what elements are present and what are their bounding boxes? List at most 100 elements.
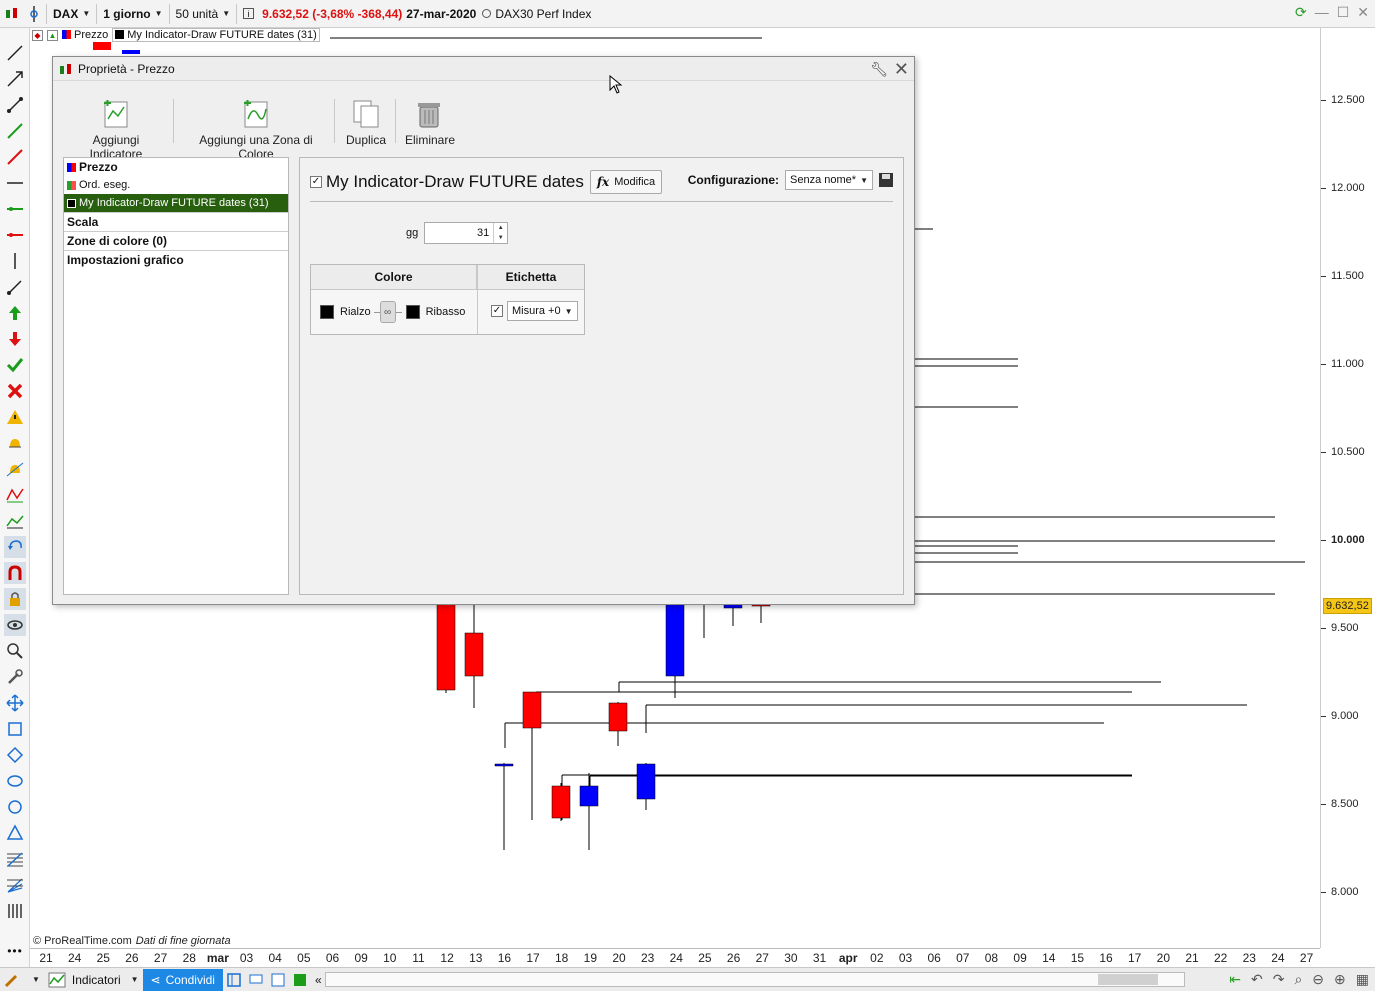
fibonacci-tool-icon[interactable] <box>4 848 26 870</box>
x-tick: 15 <box>1070 951 1085 965</box>
save-icon[interactable] <box>879 173 893 187</box>
diamond-tool-icon[interactable] <box>4 744 26 766</box>
edit-code-button[interactable]: fx Modifica <box>589 170 663 194</box>
x-tick: apr <box>838 951 858 965</box>
more-tools-icon[interactable]: ••• <box>4 940 26 962</box>
pattern-tool-icon[interactable] <box>4 484 26 506</box>
duplicate-icon <box>351 99 381 129</box>
instrument-select[interactable]: DAX ▼ <box>49 3 94 25</box>
ellipse-tool-icon[interactable] <box>4 770 26 792</box>
maximize-icon[interactable]: ☐ <box>1337 4 1350 21</box>
link-colors-icon[interactable]: ∞ <box>379 301 396 323</box>
triangle-tool-icon[interactable] <box>4 822 26 844</box>
timeframe-select[interactable]: 1 giorno ▼ <box>99 3 166 25</box>
price-axis[interactable]: 12.500 12.000 11.500 11.000 10.500 10.00… <box>1320 28 1375 948</box>
cross-icon[interactable] <box>4 380 26 402</box>
units-select[interactable]: 50 unità ▼ <box>172 3 235 25</box>
up-arrow-icon[interactable] <box>4 302 26 324</box>
configuration-select[interactable]: Senza nome* ▼ <box>785 170 873 190</box>
lock-icon[interactable] <box>4 588 26 610</box>
undo-icon[interactable]: ↶ <box>1251 971 1263 988</box>
fan-tool-icon[interactable] <box>4 874 26 896</box>
add-indicator-button[interactable]: Aggiungi Indicatore <box>69 99 163 161</box>
eye-icon[interactable] <box>4 614 26 636</box>
scrollbar-thumb[interactable] <box>1098 974 1158 985</box>
segment-tool-icon[interactable] <box>4 94 26 116</box>
settings-bar-icon[interactable]: ▦ <box>1356 971 1369 988</box>
move-icon[interactable] <box>4 692 26 714</box>
magnet-icon[interactable] <box>4 562 26 584</box>
x-tick: 24 <box>669 951 683 965</box>
horizontal-line-tool-icon[interactable] <box>4 172 26 194</box>
tree-item-orders[interactable]: Ord. eseg. <box>64 176 288 194</box>
wrench-icon[interactable]: 🔧︎ <box>870 61 888 78</box>
check-icon[interactable] <box>4 354 26 376</box>
duplicate-button[interactable]: Duplica <box>343 99 389 147</box>
zoom-fit-icon[interactable]: ⌕ <box>1294 971 1302 988</box>
dialog-titlebar[interactable]: Proprietà - Prezzo 🔧︎ ✕ <box>53 57 914 81</box>
collapse-icon[interactable]: ◆ <box>32 29 43 41</box>
cycles-tool-icon[interactable] <box>4 900 26 922</box>
layout-icon[interactable] <box>223 969 245 991</box>
tree-section-color-zones[interactable]: Zone di colore (0) <box>64 231 288 250</box>
tools-icon[interactable] <box>4 666 26 688</box>
redo-icon[interactable]: ↷ <box>1273 971 1285 988</box>
circle-tool-icon[interactable] <box>4 796 26 818</box>
up-color-swatch[interactable] <box>320 305 334 319</box>
link-icon[interactable] <box>24 3 44 25</box>
pen-icon[interactable] <box>0 969 24 991</box>
zoom-icon[interactable] <box>4 640 26 662</box>
info-icon[interactable]: i <box>239 3 258 25</box>
dropdown-arrow-icon[interactable]: ▼ <box>24 969 44 991</box>
move-up-icon[interactable]: ▲ <box>47 29 58 41</box>
tree-section-scale[interactable]: Scala <box>64 212 288 231</box>
export-icon[interactable] <box>289 969 311 991</box>
delete-button[interactable]: Eliminare <box>405 99 455 147</box>
trend-tool-icon[interactable] <box>4 510 26 532</box>
tree-item-indicator[interactable]: My Indicator-Draw FUTURE dates (31) <box>64 194 288 212</box>
chart-type-icon[interactable] <box>0 3 24 25</box>
down-color-swatch[interactable] <box>405 305 420 319</box>
zoom-in-icon[interactable]: ⊕ <box>1334 971 1346 988</box>
legend-indicator[interactable]: My Indicator-Draw FUTURE dates (31) <box>112 28 320 42</box>
add-color-zone-button[interactable]: Aggiungi una Zona di Colore <box>187 99 325 161</box>
time-axis[interactable]: 21 24 25 26 27 28 mar 03 04 05 06 09 10 11 12 13 16 17 18 1… <box>30 948 1320 966</box>
back-arrow-icon[interactable]: ⇤ <box>1229 971 1241 988</box>
vertical-line-tool-icon[interactable] <box>4 250 26 272</box>
quote-value: 9.632,52 (-3,68% -368,44) <box>262 6 403 21</box>
red-hline-tool-icon[interactable] <box>4 224 26 246</box>
green-hline-tool-icon[interactable] <box>4 198 26 220</box>
label-select[interactable]: Misura +0 ▼ <box>507 301 578 321</box>
indicator-visible-checkbox[interactable]: ✓ <box>310 176 322 188</box>
spinner-arrows-icon[interactable]: ▲ ▼ <box>493 223 507 243</box>
tree-section-chart-settings[interactable]: Impostazioni grafico <box>64 250 288 269</box>
warning-icon[interactable] <box>4 406 26 428</box>
chat-icon[interactable] <box>245 969 267 991</box>
label-enable-checkbox[interactable]: ✓ <box>491 305 503 317</box>
minimize-icon[interactable]: — <box>1315 4 1329 21</box>
legend-price[interactable]: Prezzo <box>62 29 108 41</box>
rectangle-tool-icon[interactable] <box>4 718 26 740</box>
tree-item-price[interactable]: Prezzo <box>64 158 288 176</box>
zoom-out-icon[interactable]: ⊖ <box>1312 971 1324 988</box>
undo-cursor-icon[interactable] <box>4 536 26 558</box>
dialog-close-icon[interactable]: ✕ <box>894 59 909 80</box>
alarm-icon[interactable] <box>4 432 26 454</box>
scroll-left-fast-icon[interactable]: « <box>311 969 326 991</box>
line-tool-icon[interactable] <box>4 42 26 64</box>
down-arrow-icon[interactable] <box>4 328 26 350</box>
alarm-line-icon[interactable] <box>4 458 26 480</box>
arrow-line-tool-icon[interactable] <box>4 68 26 90</box>
x-tick: 10 <box>383 951 397 965</box>
refresh-icon[interactable]: ⟳ <box>1295 4 1307 21</box>
share-button[interactable]: ⋖ Condividi <box>142 968 223 991</box>
window-icon[interactable] <box>267 969 289 991</box>
ray-tool-icon[interactable] <box>4 276 26 298</box>
gg-input[interactable]: 31 ▲ ▼ <box>424 222 509 244</box>
green-line-tool-icon[interactable] <box>4 120 26 142</box>
candle-body <box>551 785 571 819</box>
indicators-button[interactable]: Indicatori ▼ <box>44 969 143 991</box>
red-line-tool-icon[interactable] <box>4 146 26 168</box>
horizontal-scrollbar[interactable] <box>325 972 1185 987</box>
close-window-icon[interactable]: ✕ <box>1357 4 1369 21</box>
